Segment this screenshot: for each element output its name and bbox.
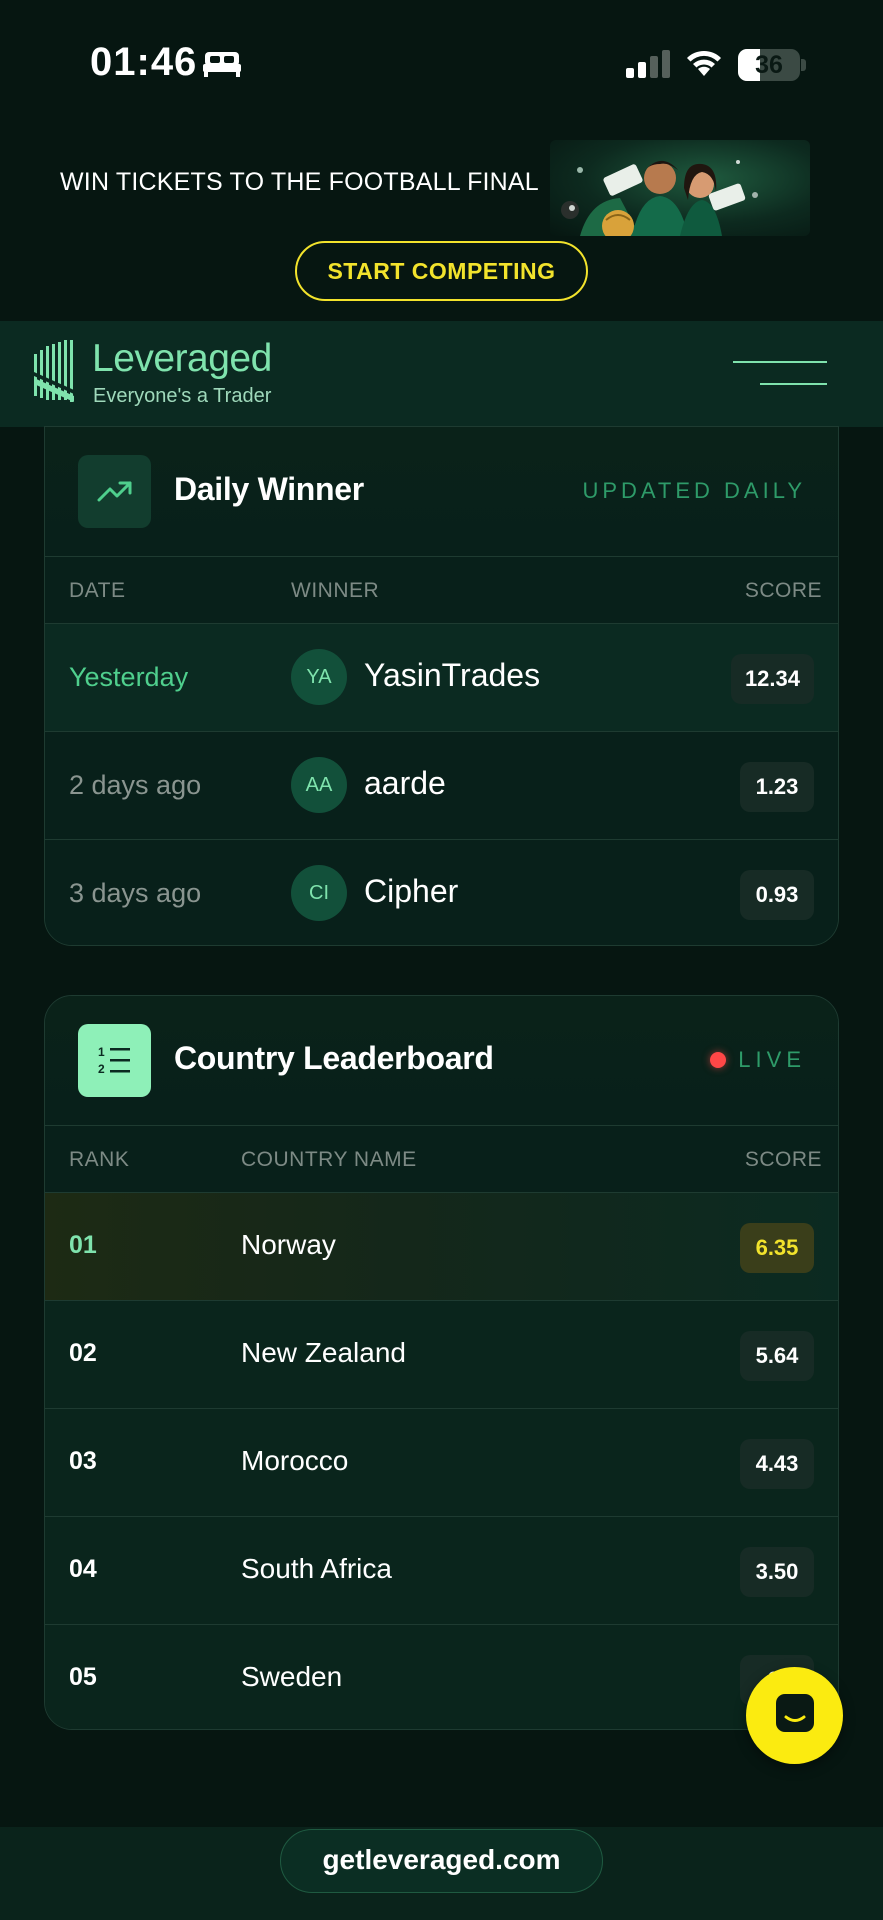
country-rank: 05 bbox=[69, 1663, 97, 1691]
country-name: Norway bbox=[241, 1229, 336, 1260]
trending-up-icon bbox=[78, 455, 151, 528]
table-row[interactable]: 2 days ago AA aarde 1.23 bbox=[45, 731, 838, 839]
winner-date: 2 days ago bbox=[69, 770, 202, 800]
battery-level: 36 bbox=[755, 51, 783, 79]
app-header: Leveraged Everyone's a Trader bbox=[0, 321, 883, 427]
live-badge: LIVE bbox=[710, 1047, 806, 1073]
column-header-score: SCORE bbox=[744, 579, 822, 602]
daily-winner-card: Daily Winner UPDATED DAILY DATE WINNER S… bbox=[44, 426, 839, 946]
status-bar: 01:46 36 bbox=[0, 0, 883, 120]
table-row[interactable]: 03 Morocco 4.43 bbox=[45, 1408, 838, 1516]
chat-icon bbox=[773, 1691, 817, 1740]
table-row[interactable]: 05 Sweden 3. bbox=[45, 1624, 838, 1729]
chat-button[interactable] bbox=[746, 1667, 843, 1764]
winner-date: Yesterday bbox=[69, 662, 189, 692]
start-competing-button[interactable]: START COMPETING bbox=[295, 241, 588, 301]
column-header-winner: WINNER bbox=[291, 579, 380, 602]
daily-winner-header: Daily Winner UPDATED DAILY bbox=[45, 427, 838, 557]
country-name: South Africa bbox=[241, 1553, 392, 1584]
avatar: AA bbox=[291, 757, 347, 813]
menu-icon[interactable] bbox=[730, 357, 830, 397]
winner-date: 3 days ago bbox=[69, 878, 202, 908]
score-badge: 6.35 bbox=[740, 1223, 814, 1273]
table-row[interactable]: 01 Norway 6.35 bbox=[45, 1192, 838, 1300]
daily-winner-column-headers: DATE WINNER SCORE bbox=[45, 557, 838, 623]
svg-text:1: 1 bbox=[98, 1045, 105, 1059]
score-badge: 1.23 bbox=[740, 762, 814, 812]
score-badge: 0.93 bbox=[740, 870, 814, 920]
country-leaderboard-header: 1 2 Country Leaderboard LIVE bbox=[45, 996, 838, 1126]
score-badge: 3.50 bbox=[740, 1547, 814, 1597]
table-row[interactable]: 02 New Zealand 5.64 bbox=[45, 1300, 838, 1408]
winner-name: YasinTrades bbox=[364, 657, 541, 693]
country-name: New Zealand bbox=[241, 1337, 406, 1368]
country-rank: 02 bbox=[69, 1339, 97, 1367]
avatar: YA bbox=[291, 649, 347, 705]
live-label: LIVE bbox=[738, 1047, 806, 1072]
country-leaderboard-card: 1 2 Country Leaderboard LIVE RANK COUNTR… bbox=[44, 995, 839, 1730]
status-time: 01:46 bbox=[90, 40, 198, 84]
updated-daily-badge: UPDATED DAILY bbox=[582, 478, 806, 503]
score-badge: 12.34 bbox=[730, 654, 814, 704]
menu-line-bottom bbox=[760, 383, 827, 385]
browser-url-bar: getleveraged.com bbox=[0, 1827, 883, 1920]
score-badge: 5.64 bbox=[740, 1331, 814, 1381]
bed-icon bbox=[203, 50, 241, 83]
table-row[interactable]: 3 days ago CI Cipher 0.93 bbox=[45, 839, 838, 945]
table-row[interactable]: 04 South Africa 3.50 bbox=[45, 1516, 838, 1624]
column-header-rank: RANK bbox=[69, 1148, 130, 1171]
promo-text: WIN TICKETS TO THE FOOTBALL FINAL bbox=[60, 168, 539, 196]
table-row[interactable]: Yesterday YA YasinTrades 12.34 bbox=[45, 623, 838, 731]
country-leaderboard-title: Country Leaderboard bbox=[174, 1040, 494, 1076]
promo-image[interactable] bbox=[550, 140, 810, 236]
column-header-date: DATE bbox=[69, 579, 126, 602]
brand-name[interactable]: Leveraged bbox=[92, 337, 272, 381]
promo-banner: WIN TICKETS TO THE FOOTBALL FINAL START … bbox=[0, 120, 883, 320]
menu-line-top bbox=[733, 361, 827, 363]
country-rank: 03 bbox=[69, 1447, 97, 1475]
battery-nub bbox=[801, 59, 806, 71]
daily-winner-title: Daily Winner bbox=[174, 471, 364, 507]
leveraged-logo-icon[interactable] bbox=[34, 340, 80, 407]
column-header-country: COUNTRY NAME bbox=[241, 1148, 417, 1171]
signal-icon bbox=[626, 50, 672, 83]
winner-name: aarde bbox=[364, 765, 446, 801]
svg-text:2: 2 bbox=[98, 1062, 105, 1076]
avatar: CI bbox=[291, 865, 347, 921]
country-name: Sweden bbox=[241, 1661, 343, 1692]
column-header-score: SCORE bbox=[744, 1148, 822, 1171]
country-column-headers: RANK COUNTRY NAME SCORE bbox=[45, 1126, 838, 1192]
country-rank: 01 bbox=[69, 1231, 97, 1259]
country-name: Morocco bbox=[241, 1445, 349, 1476]
battery-icon: 36 bbox=[738, 49, 800, 81]
country-rank: 04 bbox=[69, 1555, 97, 1583]
winner-name: Cipher bbox=[364, 873, 459, 909]
wifi-icon bbox=[684, 48, 724, 83]
numbered-list-icon: 1 2 bbox=[78, 1024, 151, 1097]
live-dot-icon bbox=[710, 1052, 727, 1068]
score-badge: 4.43 bbox=[740, 1439, 814, 1489]
url-field[interactable]: getleveraged.com bbox=[280, 1829, 603, 1893]
brand-tagline: Everyone's a Trader bbox=[93, 385, 272, 407]
